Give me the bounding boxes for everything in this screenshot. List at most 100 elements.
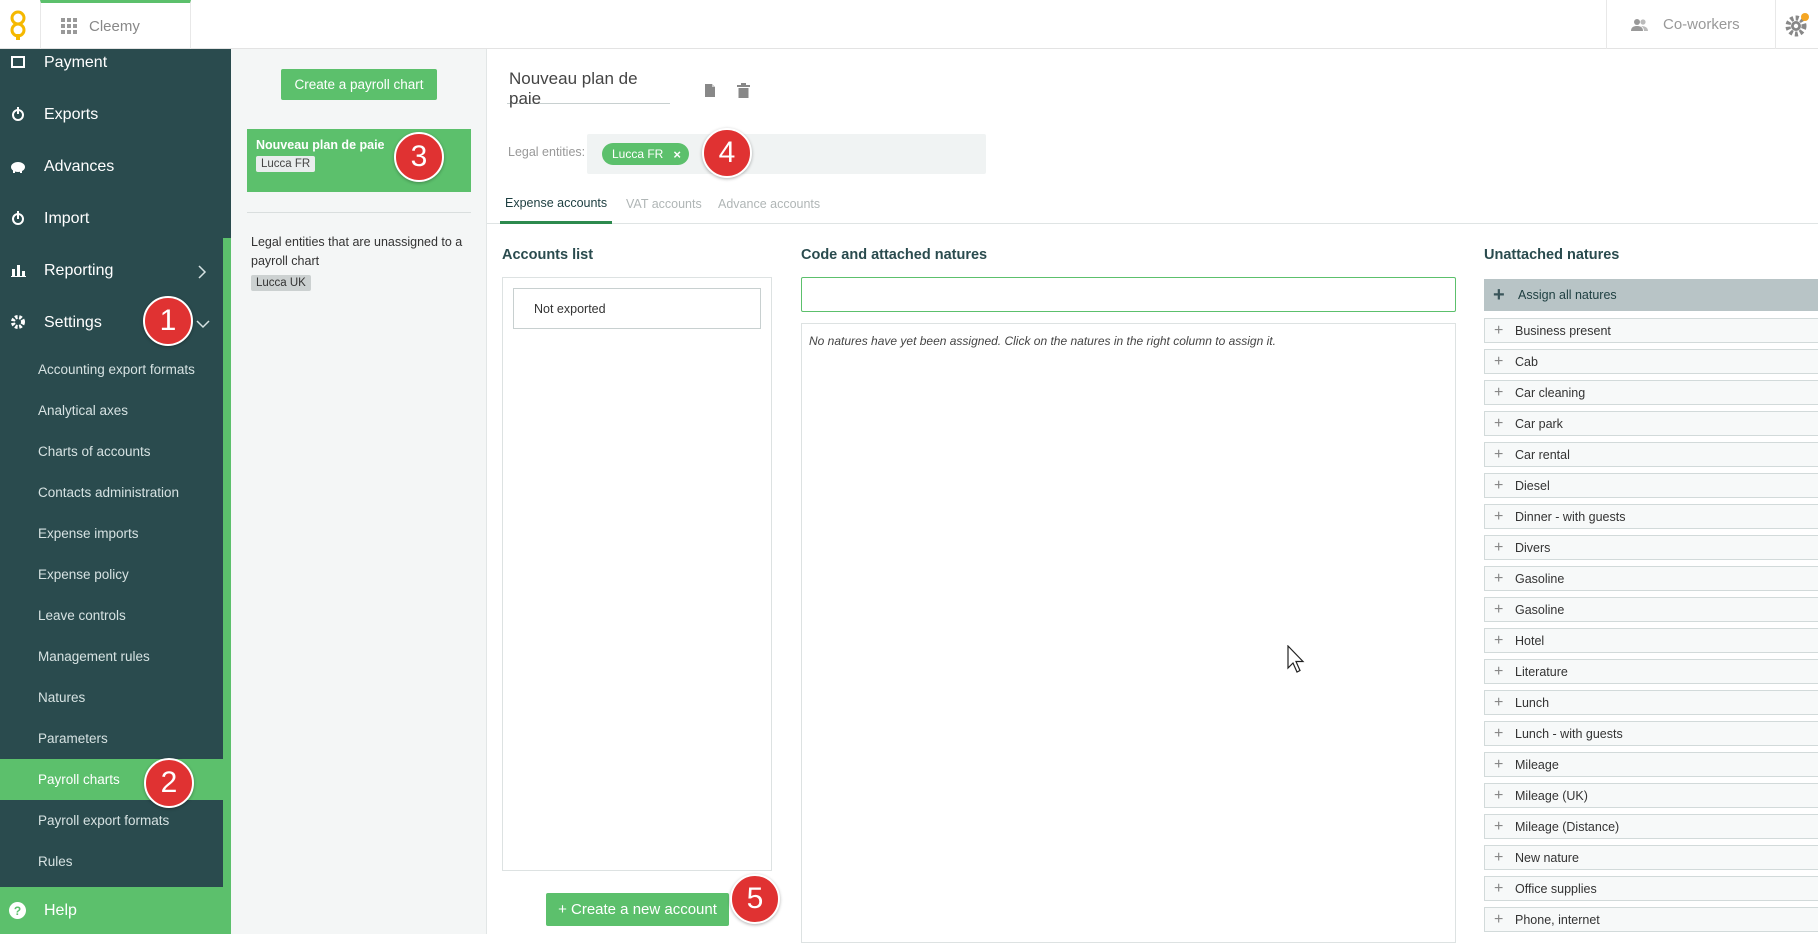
help-button[interactable]: ? Help bbox=[0, 887, 231, 934]
piggy-bank-icon bbox=[10, 158, 26, 174]
sidebar-subitem[interactable]: Contacts administration bbox=[0, 472, 223, 513]
nature-label: Office supplies bbox=[1515, 881, 1597, 896]
account-code-input[interactable] bbox=[801, 277, 1456, 312]
sidebar-item-label: Settings bbox=[44, 314, 102, 331]
nature-item[interactable]: + Car rental bbox=[1484, 442, 1818, 467]
duplicate-icon[interactable] bbox=[701, 79, 719, 101]
people-icon bbox=[1631, 18, 1648, 31]
nature-label: Phone, internet bbox=[1515, 912, 1600, 927]
chart-editor: Nouveau plan de paie Legal entities: Luc… bbox=[487, 49, 1818, 943]
nature-label: Divers bbox=[1515, 540, 1551, 555]
sidebar-subitem-label: Leave controls bbox=[38, 608, 126, 623]
unattached-natures-heading: Unattached natures bbox=[1484, 247, 1620, 263]
sidebar-subitem[interactable]: Natures bbox=[0, 677, 223, 718]
not-exported-account[interactable]: Not exported bbox=[513, 288, 761, 329]
plus-icon: + bbox=[1494, 849, 1504, 866]
sidebar-subitem[interactable]: Rules bbox=[0, 841, 223, 882]
create-payroll-chart-button[interactable]: Create a payroll chart bbox=[281, 69, 437, 100]
sidebar-scrollbar[interactable] bbox=[223, 238, 231, 934]
sidebar-subitem-label: Analytical axes bbox=[38, 403, 129, 418]
nature-item[interactable]: + Business present bbox=[1484, 318, 1818, 343]
sidebar-subitem-label: Rules bbox=[38, 854, 73, 869]
sidebar-subitem[interactable]: Leave controls bbox=[0, 595, 223, 636]
plus-icon: + bbox=[1494, 384, 1504, 401]
legal-entity-tag[interactable]: Lucca FR × bbox=[602, 143, 689, 165]
sidebar-item-payment[interactable]: Payment bbox=[0, 49, 223, 89]
sidebar-subitem[interactable]: Accounting export formats bbox=[0, 349, 223, 390]
sidebar-subitem-label: Payroll charts bbox=[38, 772, 120, 787]
sidebar-subitem[interactable]: Parameters bbox=[0, 718, 223, 759]
payroll-charts-panel: Create a payroll chart Nouveau plan de p… bbox=[231, 49, 487, 934]
remove-tag-icon[interactable]: × bbox=[673, 147, 681, 162]
sidebar-subitem[interactable]: Expense policy bbox=[0, 554, 223, 595]
nature-item[interactable]: + New nature bbox=[1484, 845, 1818, 870]
sidebar-subitem[interactable]: Charts of accounts bbox=[0, 431, 223, 472]
import-icon bbox=[10, 210, 26, 226]
sidebar-item-advances[interactable]: Advances bbox=[0, 141, 223, 193]
nature-item[interactable]: + Car park bbox=[1484, 411, 1818, 436]
plus-icon: + bbox=[1494, 756, 1504, 773]
nature-item[interactable]: + Divers bbox=[1484, 535, 1818, 560]
nature-label: Gasoline bbox=[1515, 571, 1565, 586]
bar-chart-icon bbox=[10, 262, 26, 278]
annotation-badge: 1 bbox=[143, 296, 193, 346]
nature-item[interactable]: + Hotel bbox=[1484, 628, 1818, 653]
nature-item[interactable]: + Dinner - with guests bbox=[1484, 504, 1818, 529]
coworkers-link[interactable]: Co-workers bbox=[1606, 0, 1776, 49]
legal-entities-label: Legal entities: bbox=[508, 145, 586, 159]
plus-icon: + bbox=[1494, 818, 1504, 835]
nature-label: Literature bbox=[1515, 664, 1568, 679]
tab-vat-accounts[interactable]: VAT accounts bbox=[626, 184, 702, 224]
sidebar-item-label: Advances bbox=[44, 158, 115, 175]
sidebar-item-exports[interactable]: Exports bbox=[0, 89, 223, 141]
nature-item[interactable]: + Cab bbox=[1484, 349, 1818, 374]
settings-gear-icon[interactable] bbox=[1776, 0, 1818, 49]
sidebar-subitem[interactable]: Management rules bbox=[0, 636, 223, 677]
assign-all-natures-button[interactable]: + Assign all natures bbox=[1484, 279, 1818, 311]
sidebar-subitem[interactable]: Analytical axes bbox=[0, 390, 223, 431]
nature-item[interactable]: + Gasoline bbox=[1484, 566, 1818, 591]
annotation-badge: 3 bbox=[394, 132, 444, 182]
nature-item[interactable]: + Mileage (UK) bbox=[1484, 783, 1818, 808]
tab-expense-accounts[interactable]: Expense accounts bbox=[500, 184, 613, 224]
nature-item[interactable]: + Mileage bbox=[1484, 752, 1818, 777]
export-icon bbox=[10, 106, 26, 122]
nature-label: Hotel bbox=[1515, 633, 1545, 648]
divider bbox=[247, 212, 471, 213]
help-label: Help bbox=[44, 901, 77, 919]
sidebar-subitem[interactable]: Payroll export formats bbox=[0, 800, 223, 841]
nature-item[interactable]: + Diesel bbox=[1484, 473, 1818, 498]
plus-icon: + bbox=[1494, 539, 1504, 556]
app-switcher[interactable]: Cleemy bbox=[40, 0, 191, 49]
chart-title-input[interactable]: Nouveau plan de paie bbox=[507, 69, 670, 108]
sidebar-subitem[interactable]: Expense imports bbox=[0, 513, 223, 554]
nature-item[interactable]: + Mileage (Distance) bbox=[1484, 814, 1818, 839]
nature-item[interactable]: + Lunch bbox=[1484, 690, 1818, 715]
nature-item[interactable]: + Gasoline bbox=[1484, 597, 1818, 622]
unattached-natures-list: + Assign all natures + Business present + C… bbox=[1484, 279, 1818, 939]
empty-natures-message: No natures have yet been assigned. Click… bbox=[809, 334, 1276, 348]
question-icon: ? bbox=[9, 902, 26, 919]
create-new-account-button[interactable]: + Create a new account bbox=[546, 893, 729, 926]
trash-icon[interactable] bbox=[734, 79, 752, 101]
sidebar-item-label: Payment bbox=[44, 54, 108, 71]
accounts-list: Not exported bbox=[502, 277, 772, 871]
nature-label: Cab bbox=[1515, 354, 1538, 369]
nature-label: Car park bbox=[1515, 416, 1563, 431]
attached-natures-box: No natures have yet been assigned. Click… bbox=[801, 323, 1456, 943]
coworkers-label: Co-workers bbox=[1663, 16, 1740, 33]
sidebar-item-reporting[interactable]: Reporting bbox=[0, 245, 223, 297]
payment-icon bbox=[10, 54, 26, 70]
sidebar-subitem-label: Charts of accounts bbox=[38, 444, 151, 459]
annotation-badge: 2 bbox=[144, 758, 194, 808]
lucca-logo-icon[interactable] bbox=[0, 0, 36, 49]
nature-item[interactable]: + Literature bbox=[1484, 659, 1818, 684]
sidebar-item-import[interactable]: Import bbox=[0, 193, 223, 245]
legal-entities-field[interactable]: Lucca FR × bbox=[587, 134, 986, 174]
nature-item[interactable]: + Car cleaning bbox=[1484, 380, 1818, 405]
plus-icon: + bbox=[1494, 353, 1504, 370]
nature-item[interactable]: + Phone, internet bbox=[1484, 907, 1818, 932]
tab-advance-accounts[interactable]: Advance accounts bbox=[718, 184, 820, 224]
nature-item[interactable]: + Office supplies bbox=[1484, 876, 1818, 901]
nature-item[interactable]: + Lunch - with guests bbox=[1484, 721, 1818, 746]
